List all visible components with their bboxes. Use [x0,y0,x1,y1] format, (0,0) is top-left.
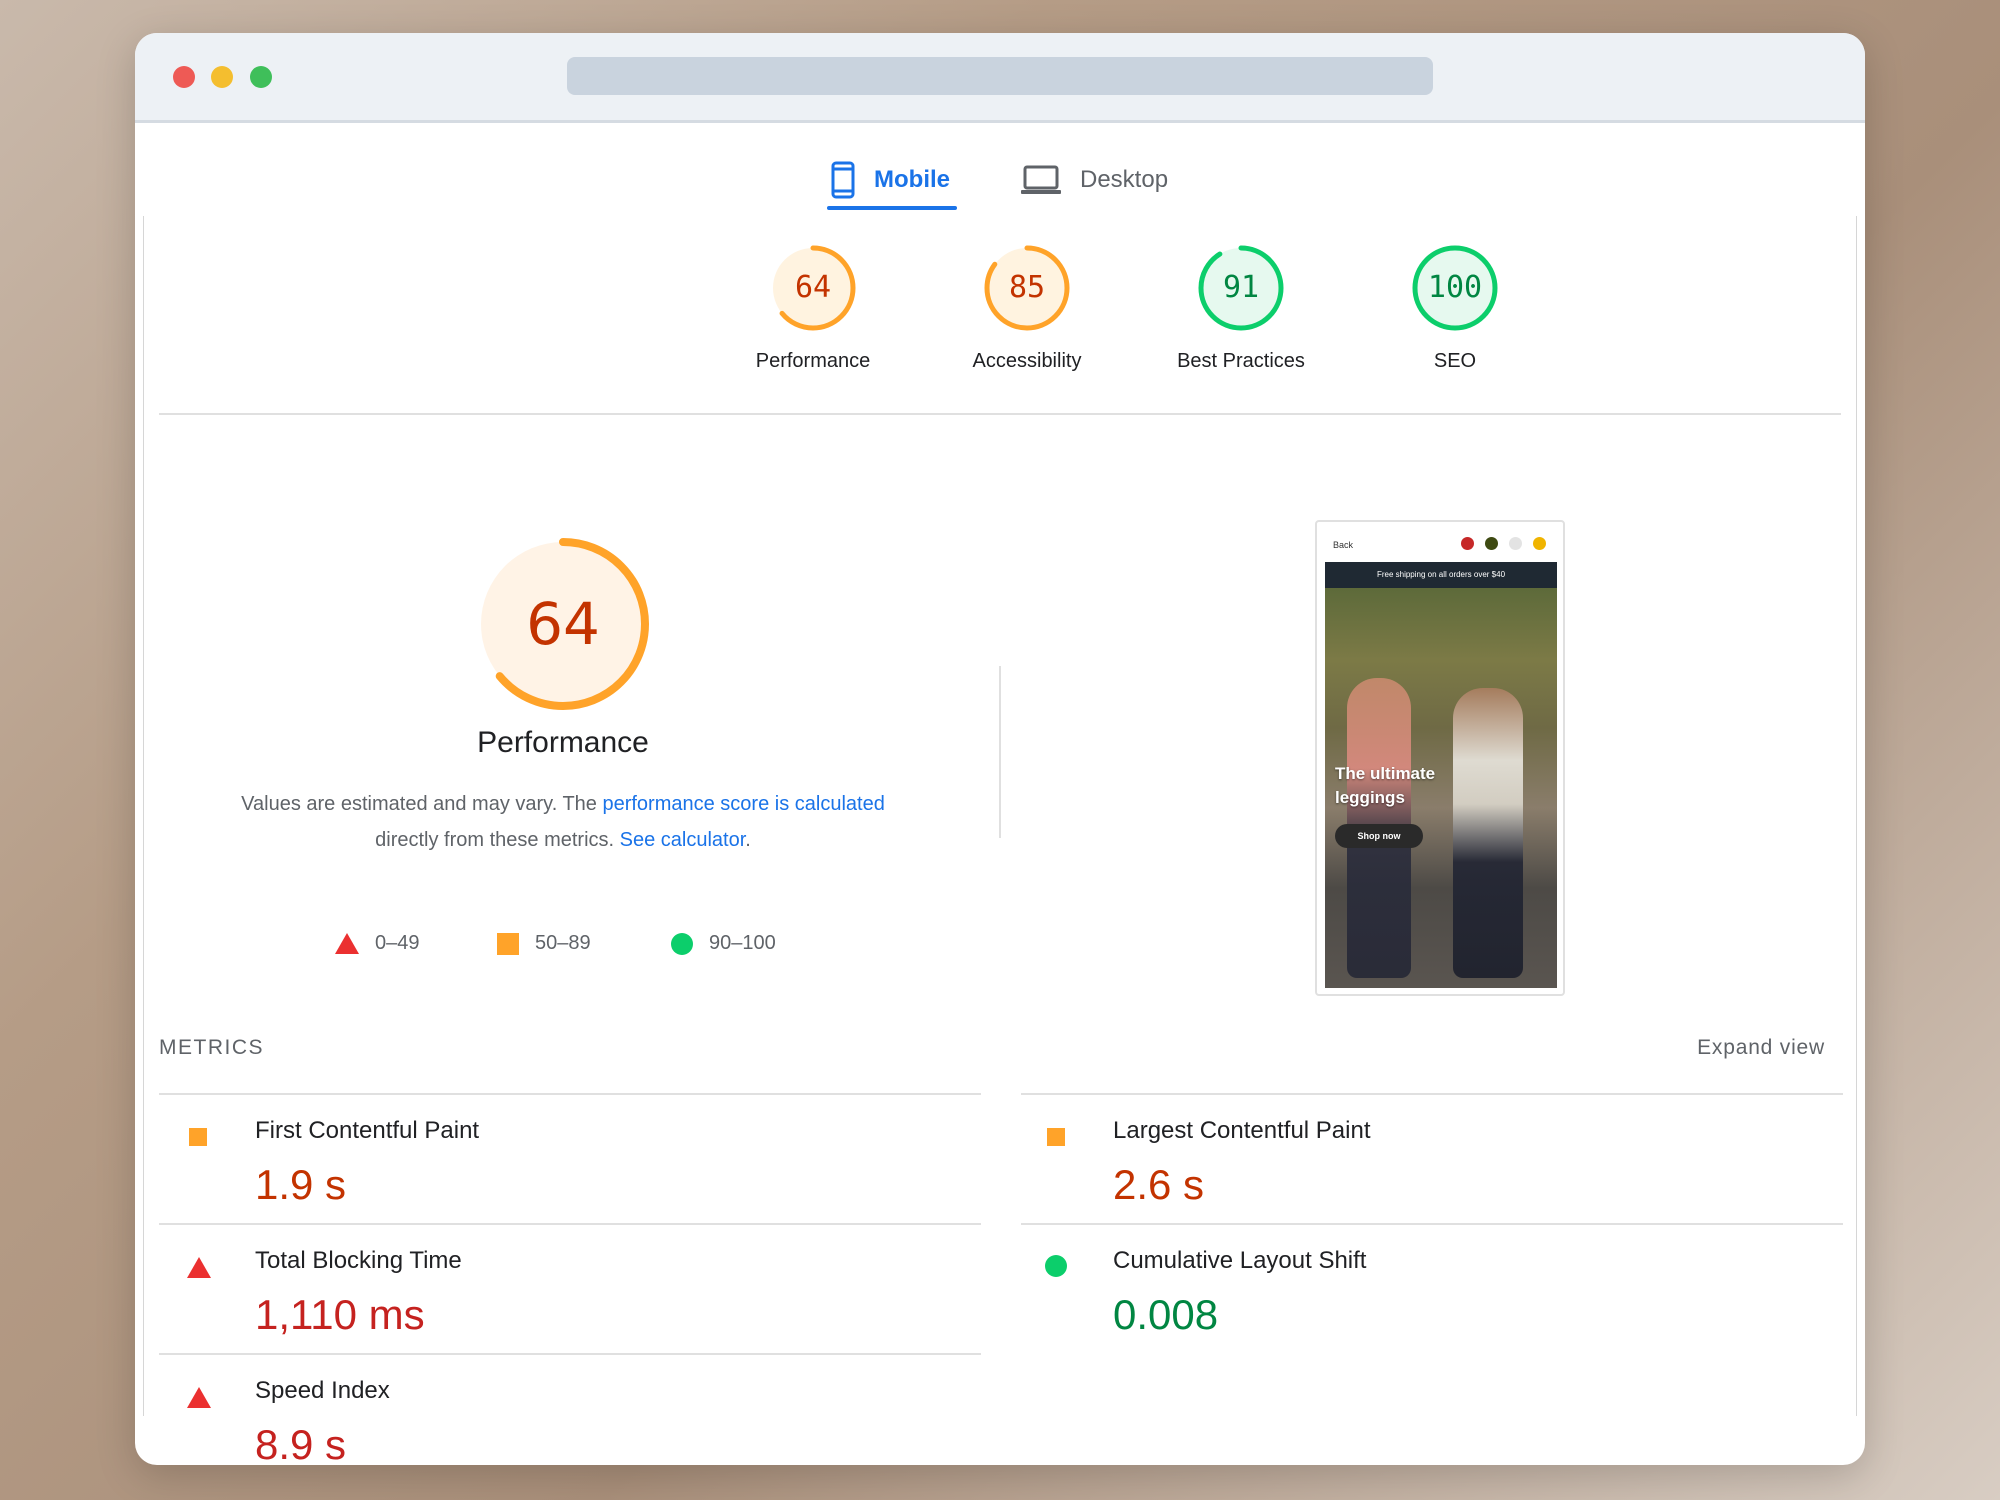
score-gauge: 85 [983,244,1071,332]
mobile-phone-icon [831,161,855,199]
headline-line: leggings [1335,788,1405,807]
legend-fail: 0–49 [335,932,420,955]
browser-window: Mobile Desktop 64 Performance 85 Accessi… [135,33,1865,1465]
headline-line: The ultimate [1335,764,1436,783]
legend-range: 50–89 [535,932,591,954]
laptop-icon [1021,165,1061,194]
triangle-icon [187,1387,211,1408]
address-bar[interactable] [567,57,1433,95]
maximize-window-button[interactable] [250,66,272,88]
circle-icon [671,932,693,955]
color-swatch [1533,537,1546,550]
metric-name: Largest Contentful Paint [1113,1117,1371,1144]
category-label: SEO [1433,350,1477,372]
score-value: 91 [1222,270,1260,305]
legend-range: 90–100 [709,932,776,954]
circle-icon [1045,1255,1067,1277]
square-icon [497,932,519,955]
minimize-window-button[interactable] [211,66,233,88]
metric-value: 1,110 ms [255,1291,425,1338]
category-best-practices[interactable]: 91 Best Practices [1161,244,1321,373]
metric-name: Total Blocking Time [255,1247,462,1274]
final-screenshot[interactable]: Back Free shipping on all orders over $4… [1315,520,1565,996]
metric-value: 2.6 s [1113,1161,1205,1208]
metric-name: Speed Index [255,1377,390,1404]
category-label: Accessibility [972,350,1082,372]
square-icon [189,1128,207,1146]
category-seo[interactable]: 100 SEO [1375,244,1535,373]
metric-value: 0.008 [1113,1291,1219,1338]
category-performance[interactable]: 64 Performance [733,244,893,373]
category-label: Performance [755,350,871,372]
description-text: directly from these metrics. [375,829,620,851]
hero-image: The ultimate leggings Shop now [1325,588,1557,988]
legend-range: 0–49 [375,932,420,954]
see-calculator-link[interactable]: See calculator [620,829,746,851]
color-swatch [1509,537,1522,550]
score-gauge: 100 [1411,244,1499,332]
triangle-icon [335,933,359,954]
tab-label: Mobile [874,166,950,193]
metric-cumulative-layout-shift: Cumulative Layout Shift 0.008 [1021,1225,1821,1355]
runner-figure [1453,688,1523,978]
divider [143,216,144,1416]
active-tab-indicator [827,206,957,210]
shop-now-button: Shop now [1335,824,1423,848]
score-calculated-link[interactable]: performance score is calculated [602,793,884,815]
legend-pass: 90–100 [671,932,776,955]
metric-first-contentful-paint: First Contentful Paint 1.9 s [159,1095,959,1225]
description-text: Values are estimated and may vary. The [241,793,603,815]
tab-mobile[interactable]: Mobile [830,150,950,210]
legend-average: 50–89 [497,932,591,955]
performance-title: Performance [477,726,649,759]
metric-speed-index: Speed Index 8.9 s [159,1355,959,1465]
score-value: 64 [794,270,832,305]
score-value: 100 [1427,270,1483,305]
score-gauge: 91 [1197,244,1285,332]
metric-total-blocking-time: Total Blocking Time 1,110 ms [159,1225,959,1355]
tab-label: Desktop [1080,166,1169,193]
title-bar [135,33,1865,123]
color-swatch [1461,537,1474,550]
category-accessibility[interactable]: 85 Accessibility [947,244,1107,373]
category-label: Best Practices [1177,350,1305,372]
metrics-heading: METRICS [159,1036,264,1059]
tab-desktop[interactable]: Desktop [1020,150,1168,210]
divider [999,666,1001,838]
square-icon [1047,1128,1065,1146]
performance-description: Values are estimated and may vary. The p… [195,786,931,858]
metric-name: First Contentful Paint [255,1117,480,1144]
triangle-icon [187,1257,211,1278]
score-value: 85 [1008,270,1046,305]
back-link: Back [1333,540,1354,550]
divider [1856,216,1857,1416]
lighthouse-report: Mobile Desktop 64 Performance 85 Accessi… [135,126,1865,1465]
performance-score: 64 [526,590,600,658]
screenshot-header: Back [1317,522,1563,562]
metric-value: 8.9 s [255,1421,347,1465]
shipping-banner: Free shipping on all orders over $40 [1325,562,1557,588]
expand-view-button[interactable]: Expand view [1697,1036,1825,1060]
metric-largest-contentful-paint: Largest Contentful Paint 2.6 s [1021,1095,1821,1225]
color-swatch [1485,537,1498,550]
divider [159,413,1841,415]
score-gauge: 64 [769,244,857,332]
metric-name: Cumulative Layout Shift [1113,1247,1367,1274]
metric-value: 1.9 s [255,1161,347,1208]
hero-headline: The ultimate leggings [1335,762,1435,810]
description-text: . [745,829,751,851]
close-window-button[interactable] [173,66,195,88]
